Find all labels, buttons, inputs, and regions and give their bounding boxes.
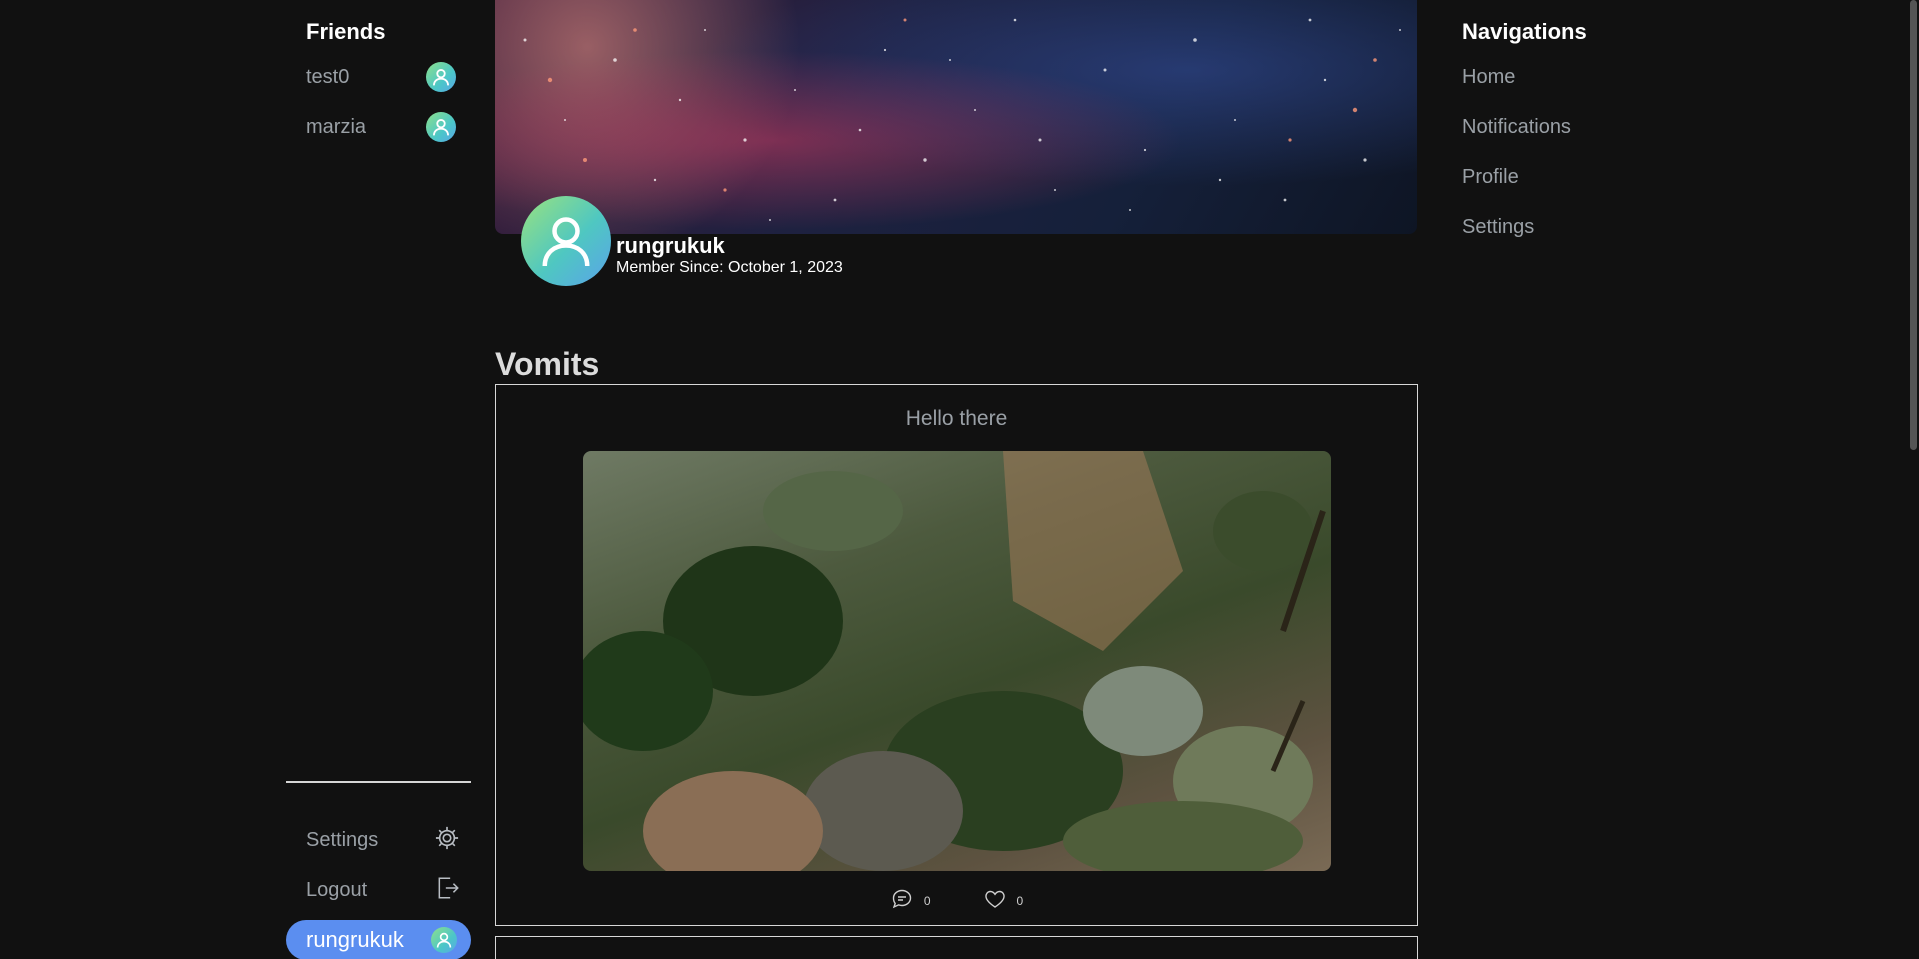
sidebar-settings-button[interactable]: Settings [306, 823, 461, 857]
gear-icon [433, 824, 461, 857]
feed-title: Vomits [495, 346, 600, 382]
friends-heading: Friends [306, 19, 386, 44]
heart-icon [983, 887, 1007, 914]
user-avatar-icon [426, 112, 456, 142]
profile-page: Friends test0 marzia Settings Logout run… [0, 0, 1919, 959]
logout-label: Logout [306, 878, 368, 901]
current-user-name: rungrukuk [306, 927, 404, 952]
user-avatar-icon [426, 62, 456, 92]
profile-avatar [521, 196, 611, 286]
post-text: Hello there [905, 407, 1008, 430]
nav-item-settings[interactable]: Settings [1462, 216, 1534, 239]
profile-username: rungrukuk [616, 233, 725, 258]
friend-name: marzia [306, 115, 367, 138]
current-user-button[interactable]: rungrukuk [286, 920, 471, 959]
friend-name: test0 [306, 65, 350, 88]
logout-button[interactable]: Logout [306, 873, 461, 907]
settings-label: Settings [306, 828, 379, 851]
logout-icon [435, 875, 461, 906]
page-scrollbar[interactable] [1909, 0, 1919, 959]
friend-item-test0[interactable]: test0 [306, 60, 456, 94]
nav-item-notifications[interactable]: Notifications [1462, 116, 1571, 139]
scrollbar-thumb[interactable] [1910, 0, 1917, 450]
post-card [495, 936, 1418, 959]
post-image[interactable] [583, 451, 1331, 871]
post-card: Hello there 0 0 [495, 384, 1418, 926]
left-sidebar: Friends test0 marzia Settings Logout run… [286, 0, 471, 959]
friend-item-marzia[interactable]: marzia [306, 110, 456, 144]
like-button[interactable]: 0 [983, 887, 1024, 914]
navigations-heading: Navigations [1462, 19, 1587, 44]
nav-item-home[interactable]: Home [1462, 66, 1515, 89]
sidebar-divider [286, 781, 471, 783]
member-since: Member Since: October 1, 2023 [616, 259, 843, 276]
comment-count: 0 [923, 893, 931, 908]
nav-item-profile[interactable]: Profile [1462, 166, 1519, 189]
user-avatar-icon [431, 927, 457, 953]
like-count: 0 [1016, 893, 1024, 908]
comment-button[interactable]: 0 [890, 887, 931, 914]
post-actions: 0 0 [496, 887, 1417, 914]
cover-image [495, 0, 1417, 234]
comment-icon [890, 887, 914, 914]
